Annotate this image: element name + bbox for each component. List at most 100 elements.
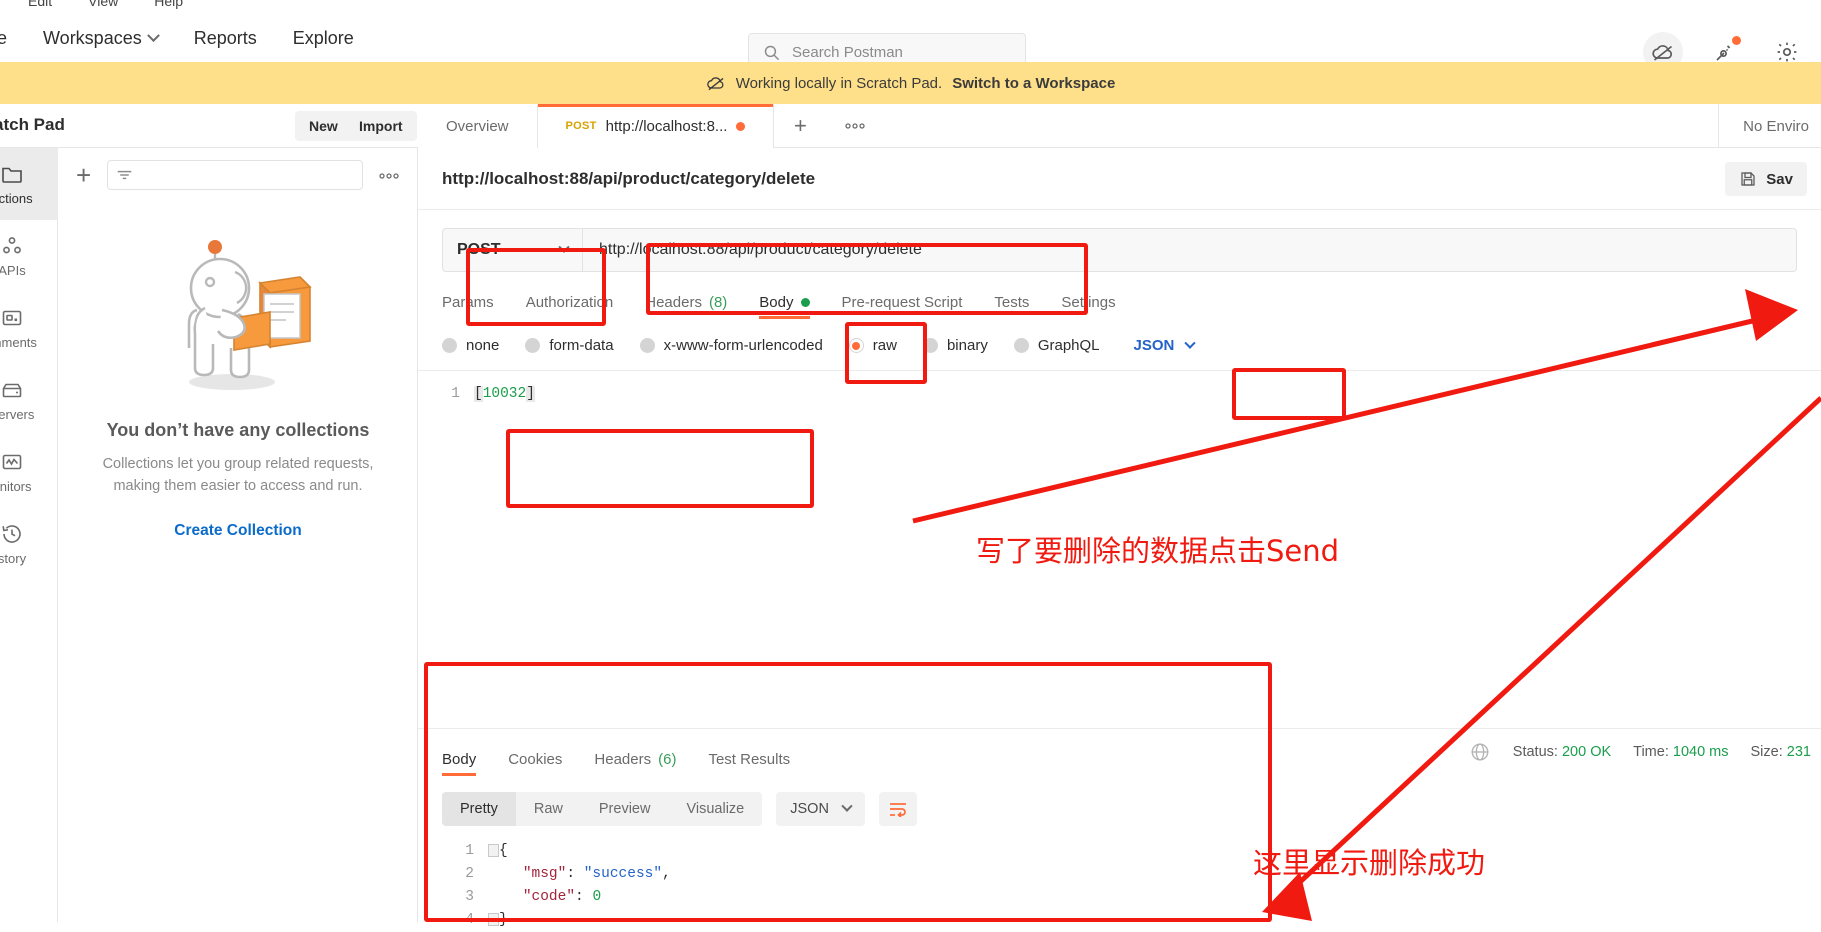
radio-icon [442, 338, 457, 353]
sidebar-item-history[interactable]: story [0, 508, 58, 580]
body-present-dot-icon [800, 298, 810, 307]
code-line: } [488, 909, 1821, 932]
response-body-editor[interactable]: 1 2 3 4 { "msg": "success", "code": 0 } [418, 826, 1821, 932]
json-comma: , [662, 866, 671, 882]
request-url-input[interactable]: http://localhost:88/api/product/category… [582, 228, 1797, 272]
sidebar-item-apis[interactable]: APIs [0, 220, 58, 292]
view-raw[interactable]: Raw [516, 792, 581, 826]
sidebar-toolbar: + [58, 148, 417, 202]
monitors-icon [2, 454, 22, 470]
status-value: 200 OK [1561, 744, 1612, 760]
sidebar-item-collections[interactable]: ections [0, 148, 58, 220]
tab-body[interactable]: Body [743, 288, 825, 323]
top-navigation-bar: me Workspaces Reports Explore Search Pos… [0, 14, 1821, 72]
nav-link-explore[interactable]: Explore [275, 22, 372, 55]
body-type-none[interactable]: none [442, 337, 499, 354]
add-collection-button[interactable]: + [70, 160, 97, 191]
brace-open: { [499, 843, 508, 859]
body-type-form-data[interactable]: form-data [525, 337, 614, 354]
sidebar-item-monitors-label: onitors [0, 479, 32, 494]
sidebar-item-apis-label: APIs [0, 263, 26, 278]
globe-icon [1471, 743, 1489, 761]
response-meta: Status: 200 OK Time: 1040 ms Size: 231 [1469, 741, 1811, 763]
tab-pre-request-script[interactable]: Pre-request Script [826, 288, 979, 323]
sidebar-item-monitors[interactable]: onitors [0, 436, 58, 508]
nav-link-explore-label: Explore [292, 27, 354, 48]
http-method-select[interactable]: POST [442, 228, 582, 272]
response-tab-body-label: Body [442, 751, 477, 768]
body-type-raw[interactable]: raw [848, 337, 897, 354]
body-type-graphql[interactable]: GraphQL [1013, 337, 1100, 354]
response-format-select[interactable]: JSON [776, 792, 865, 826]
wrap-lines-button[interactable] [878, 792, 917, 826]
view-preview[interactable]: Preview [581, 792, 669, 826]
body-type-binary[interactable]: binary [922, 337, 988, 354]
body-type-graphql-label: GraphQL [1037, 337, 1100, 354]
status-badge: Status: 200 OK [1513, 744, 1611, 760]
page-title: http://localhost:88/api/product/category… [442, 168, 816, 188]
line-number: 3 [465, 889, 474, 905]
time-badge: Time: 1040 ms [1633, 744, 1728, 760]
tab-settings[interactable]: Settings [1045, 288, 1131, 323]
import-button[interactable]: Import [345, 111, 417, 141]
tab-tests[interactable]: Tests [978, 288, 1045, 323]
environment-selector-label: No Enviro [1743, 117, 1809, 135]
empty-collections-illustration [187, 240, 312, 390]
response-tab-cookies[interactable]: Cookies [492, 745, 578, 780]
new-tab-button[interactable]: + [774, 104, 826, 148]
bracket-open: [ [474, 386, 483, 402]
sidebar-item-mock-servers[interactable]: Servers [0, 364, 58, 436]
menu-item-view[interactable]: View [88, 0, 118, 9]
response-tab-headers-label: Headers [594, 751, 652, 768]
sidebar-options-button[interactable] [373, 165, 405, 185]
workspace-header: atch Pad New Import [0, 104, 1821, 148]
nav-link-reports[interactable]: Reports [176, 22, 275, 55]
create-collection-link[interactable]: Create Collection [174, 522, 301, 540]
body-type-urlencoded[interactable]: x-www-form-urlencoded [639, 337, 823, 354]
response-tab-headers[interactable]: Headers (6) [578, 745, 692, 780]
response-body-code: { "msg": "success", "code": 0 } [488, 836, 1821, 932]
tab-headers[interactable]: Headers (8) [629, 288, 743, 323]
request-body-code[interactable]: [10032] [474, 371, 1821, 566]
chevron-down-icon [558, 241, 570, 253]
sidebar-item-environments[interactable]: onments [0, 292, 58, 364]
banner-link[interactable]: Switch to a Workspace [952, 75, 1115, 92]
response-tab-body[interactable]: Body [442, 745, 492, 780]
radio-icon [922, 338, 938, 353]
tab-params[interactable]: Params [442, 288, 510, 323]
new-button[interactable]: New [295, 111, 352, 141]
save-button[interactable]: Sav [1725, 162, 1807, 196]
tab-overview[interactable]: Overview [418, 104, 538, 148]
line-number: 1 [465, 843, 474, 859]
nav-link-workspaces[interactable]: Workspaces [25, 22, 176, 55]
view-visualize[interactable]: Visualize [668, 792, 762, 826]
response-tab-test-results[interactable]: Test Results [692, 745, 806, 780]
tab-options-button[interactable] [826, 104, 884, 148]
response-tab-cookies-label: Cookies [508, 751, 563, 768]
request-body-editor[interactable]: 1 [10032] [418, 370, 1821, 566]
sidebar-item-history-label: story [0, 551, 27, 566]
response-view-controls: Pretty Raw Preview Visualize JSON [418, 780, 1821, 826]
environment-selector[interactable]: No Enviro [1718, 104, 1809, 148]
tab-request-post[interactable]: POST http://localhost:8... [537, 104, 775, 148]
chevron-down-icon [841, 800, 853, 812]
nav-link-home[interactable]: me [0, 22, 25, 55]
environments-icon [2, 310, 22, 326]
sidebar-item-mock-servers-label: Servers [0, 407, 35, 422]
body-format-select[interactable]: JSON [1126, 333, 1203, 358]
json-key: "code" [522, 889, 576, 905]
fold-toggle-icon[interactable] [488, 912, 499, 926]
brace-close: } [499, 912, 508, 928]
code-line: "msg": "success", [488, 863, 1821, 886]
tab-authorization[interactable]: Authorization [510, 288, 630, 323]
menu-item-help[interactable]: Help [154, 0, 183, 9]
menu-item-edit[interactable]: Edit [28, 0, 52, 9]
collections-icon [2, 167, 22, 183]
view-pretty[interactable]: Pretty [442, 792, 516, 826]
time-value: 1040 ms [1672, 744, 1729, 760]
sidebar-item-environments-label: onments [0, 335, 37, 350]
fold-toggle-icon[interactable] [488, 843, 499, 857]
line-number: 4 [465, 912, 474, 928]
http-method-value: POST [457, 241, 501, 258]
sidebar-filter-input[interactable] [107, 160, 363, 190]
